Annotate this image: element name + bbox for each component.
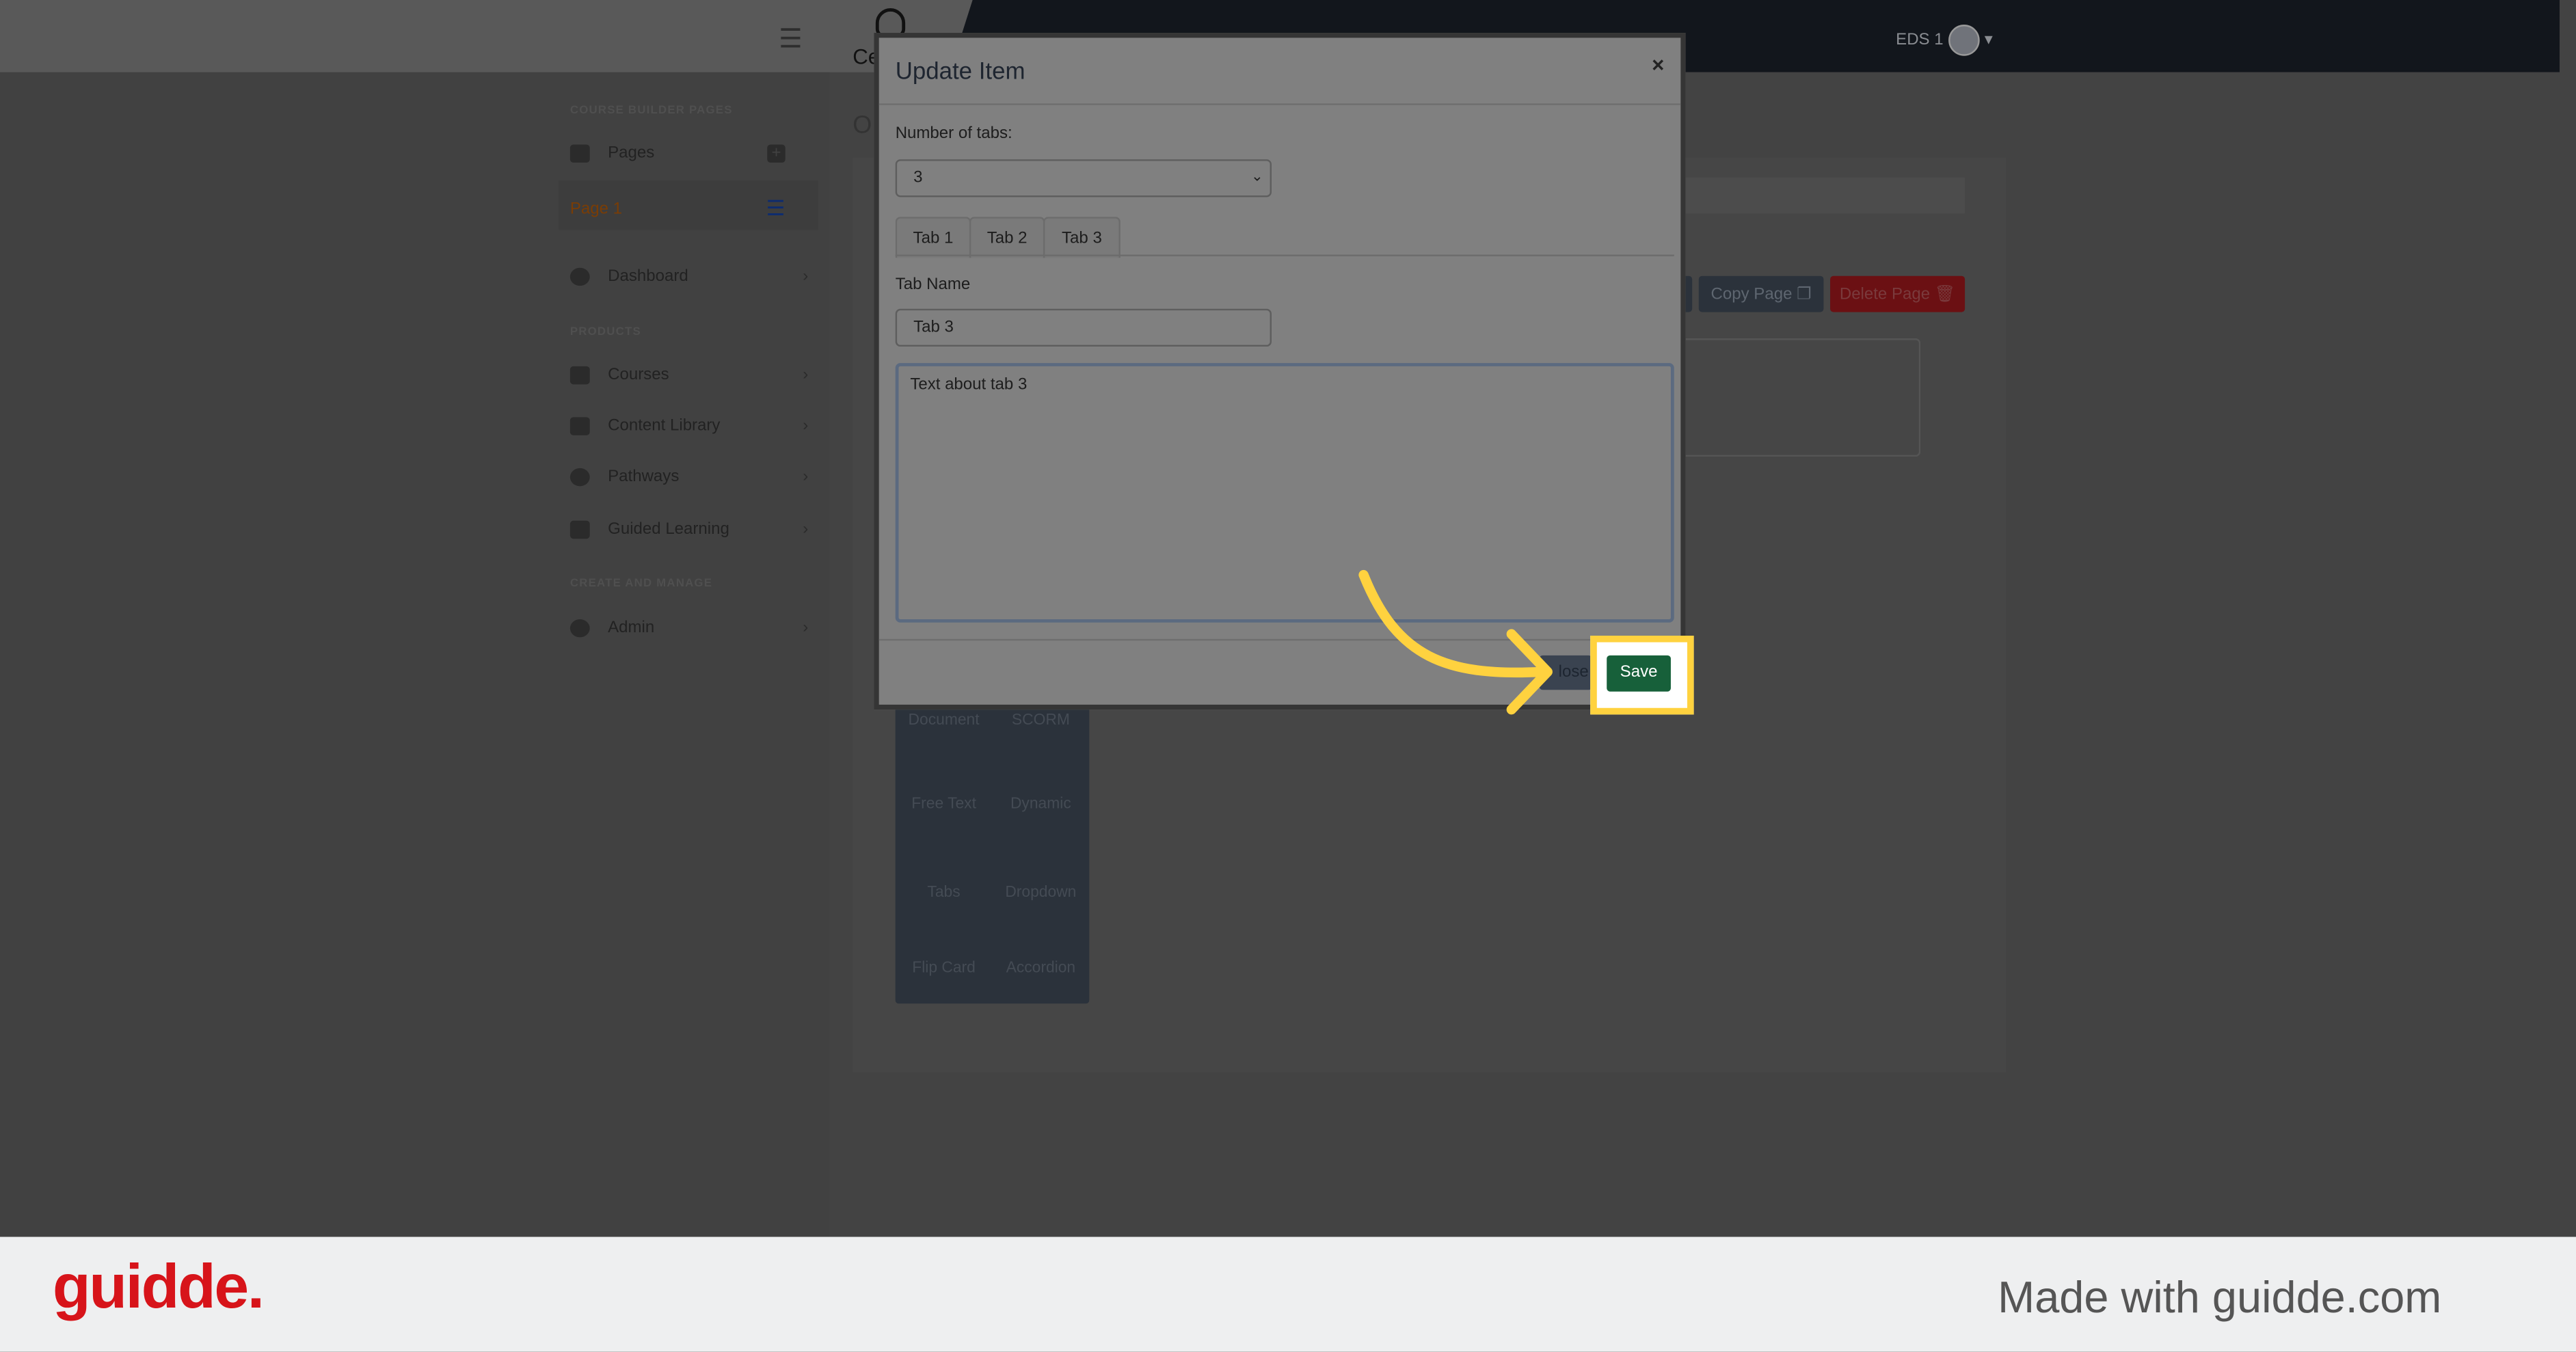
screen: ☰ Ce EDS 1 ▾ COURSE BUILDER PAGES Pages + …: [0, 0, 2576, 1352]
guidde-logo: guidde.: [52, 1253, 265, 1323]
divider: [878, 103, 1681, 105]
tab-2[interactable]: Tab 2: [969, 217, 1045, 258]
pointer-arrow-icon: [1358, 569, 1553, 715]
palette-scorm[interactable]: SCORM: [992, 712, 1089, 729]
chevron-right-icon: ›: [803, 520, 809, 539]
sidebar-item-dashboard[interactable]: Dashboard ›: [569, 267, 809, 286]
chevron-right-icon: ›: [803, 417, 809, 435]
sidebar-item-admin[interactable]: Admin ›: [569, 619, 809, 638]
menu-icon[interactable]: ☰: [779, 23, 802, 56]
tabs-divider: [895, 254, 1674, 256]
caret-down-icon: ▾: [1984, 31, 1993, 50]
dashboard-icon: [569, 267, 590, 286]
num-tabs-label: Number of tabs:: [895, 124, 1012, 144]
label: Guided Learning: [608, 520, 729, 539]
delete-page-button[interactable]: Delete Page 🗑: [1830, 275, 1965, 312]
page-title: O: [853, 111, 872, 140]
tab-name-label: Tab Name: [895, 275, 971, 295]
sidebar-item-courses[interactable]: Courses ›: [569, 366, 809, 385]
save-button[interactable]: Save: [1607, 655, 1671, 692]
tab-3[interactable]: Tab 3: [1043, 217, 1121, 258]
section-label: CREATE AND MANAGE: [569, 578, 713, 590]
award-icon: [569, 468, 590, 487]
trash-icon: 🗑: [1934, 284, 1956, 303]
element-palette: Document SCORM Free Text Dynamic Tabs Dr…: [895, 698, 1090, 1004]
copy-page-button[interactable]: Copy Page ❐: [1698, 275, 1824, 312]
palette-tabs[interactable]: Tabs: [896, 884, 993, 902]
clipboard-icon: [569, 520, 590, 539]
palette-flip-card[interactable]: Flip Card: [896, 959, 993, 977]
label: Admin: [608, 619, 655, 638]
gear-icon: [569, 619, 590, 638]
label: Dashboard: [608, 267, 688, 286]
num-tabs-select[interactable]: 3 ⌄: [895, 159, 1272, 198]
chevron-right-icon: ›: [803, 366, 809, 385]
copy-icon: ❐: [1797, 284, 1812, 303]
select-value: 3: [913, 169, 923, 187]
sidebar: [0, 72, 830, 1237]
sidebar-item-guided-learning[interactable]: Guided Learning ›: [569, 520, 809, 539]
sidebar-item-pathways[interactable]: Pathways ›: [569, 468, 809, 487]
label: Courses: [608, 366, 669, 385]
chevron-down-icon: ⌄: [1250, 167, 1263, 185]
content-box: [1685, 338, 1921, 457]
made-with-text: Made with guidde.com: [1998, 1273, 2442, 1323]
label: Page 1: [569, 199, 623, 218]
book-icon: [569, 417, 590, 435]
chevron-right-icon: ›: [803, 267, 809, 286]
palette-free-text[interactable]: Free Text: [896, 795, 993, 813]
tab-1[interactable]: Tab 1: [895, 217, 971, 258]
toolbar-strip: [1676, 177, 1965, 214]
courses-icon: [569, 366, 590, 385]
close-icon[interactable]: ×: [1652, 53, 1664, 77]
topbar: [0, 0, 986, 72]
chevron-right-icon: ›: [803, 468, 809, 487]
avatar-icon: [1948, 25, 1980, 56]
list-icon[interactable]: ☰: [766, 195, 786, 221]
tab-name-input[interactable]: Tab 3: [895, 308, 1272, 347]
sidebar-item-pages[interactable]: Pages +: [569, 144, 808, 163]
chevron-right-icon: ›: [803, 619, 809, 638]
sidebar-item-content-library[interactable]: Content Library ›: [569, 417, 809, 435]
user-label: EDS 1: [1896, 31, 1944, 50]
palette-dropdown[interactable]: Dropdown: [992, 884, 1089, 902]
palette-dynamic[interactable]: Dynamic: [992, 795, 1089, 813]
section-label: PRODUCTS: [569, 327, 641, 339]
sidebar-item-page-1[interactable]: Page 1 ☰: [570, 195, 808, 221]
label: Pages: [608, 144, 655, 163]
label: Copy Page: [1710, 284, 1793, 303]
bank-icon: [569, 144, 590, 163]
label: Content Library: [608, 417, 721, 435]
label: Delete Page: [1839, 284, 1931, 303]
palette-accordion[interactable]: Accordion: [992, 959, 1089, 977]
add-page-icon[interactable]: +: [767, 144, 786, 163]
user-menu[interactable]: EDS 1 ▾: [1896, 25, 1993, 56]
section-label: COURSE BUILDER PAGES: [569, 105, 733, 117]
palette-document[interactable]: Document: [896, 712, 993, 729]
label: Pathways: [608, 468, 680, 487]
modal-title: Update Item: [895, 59, 1025, 85]
